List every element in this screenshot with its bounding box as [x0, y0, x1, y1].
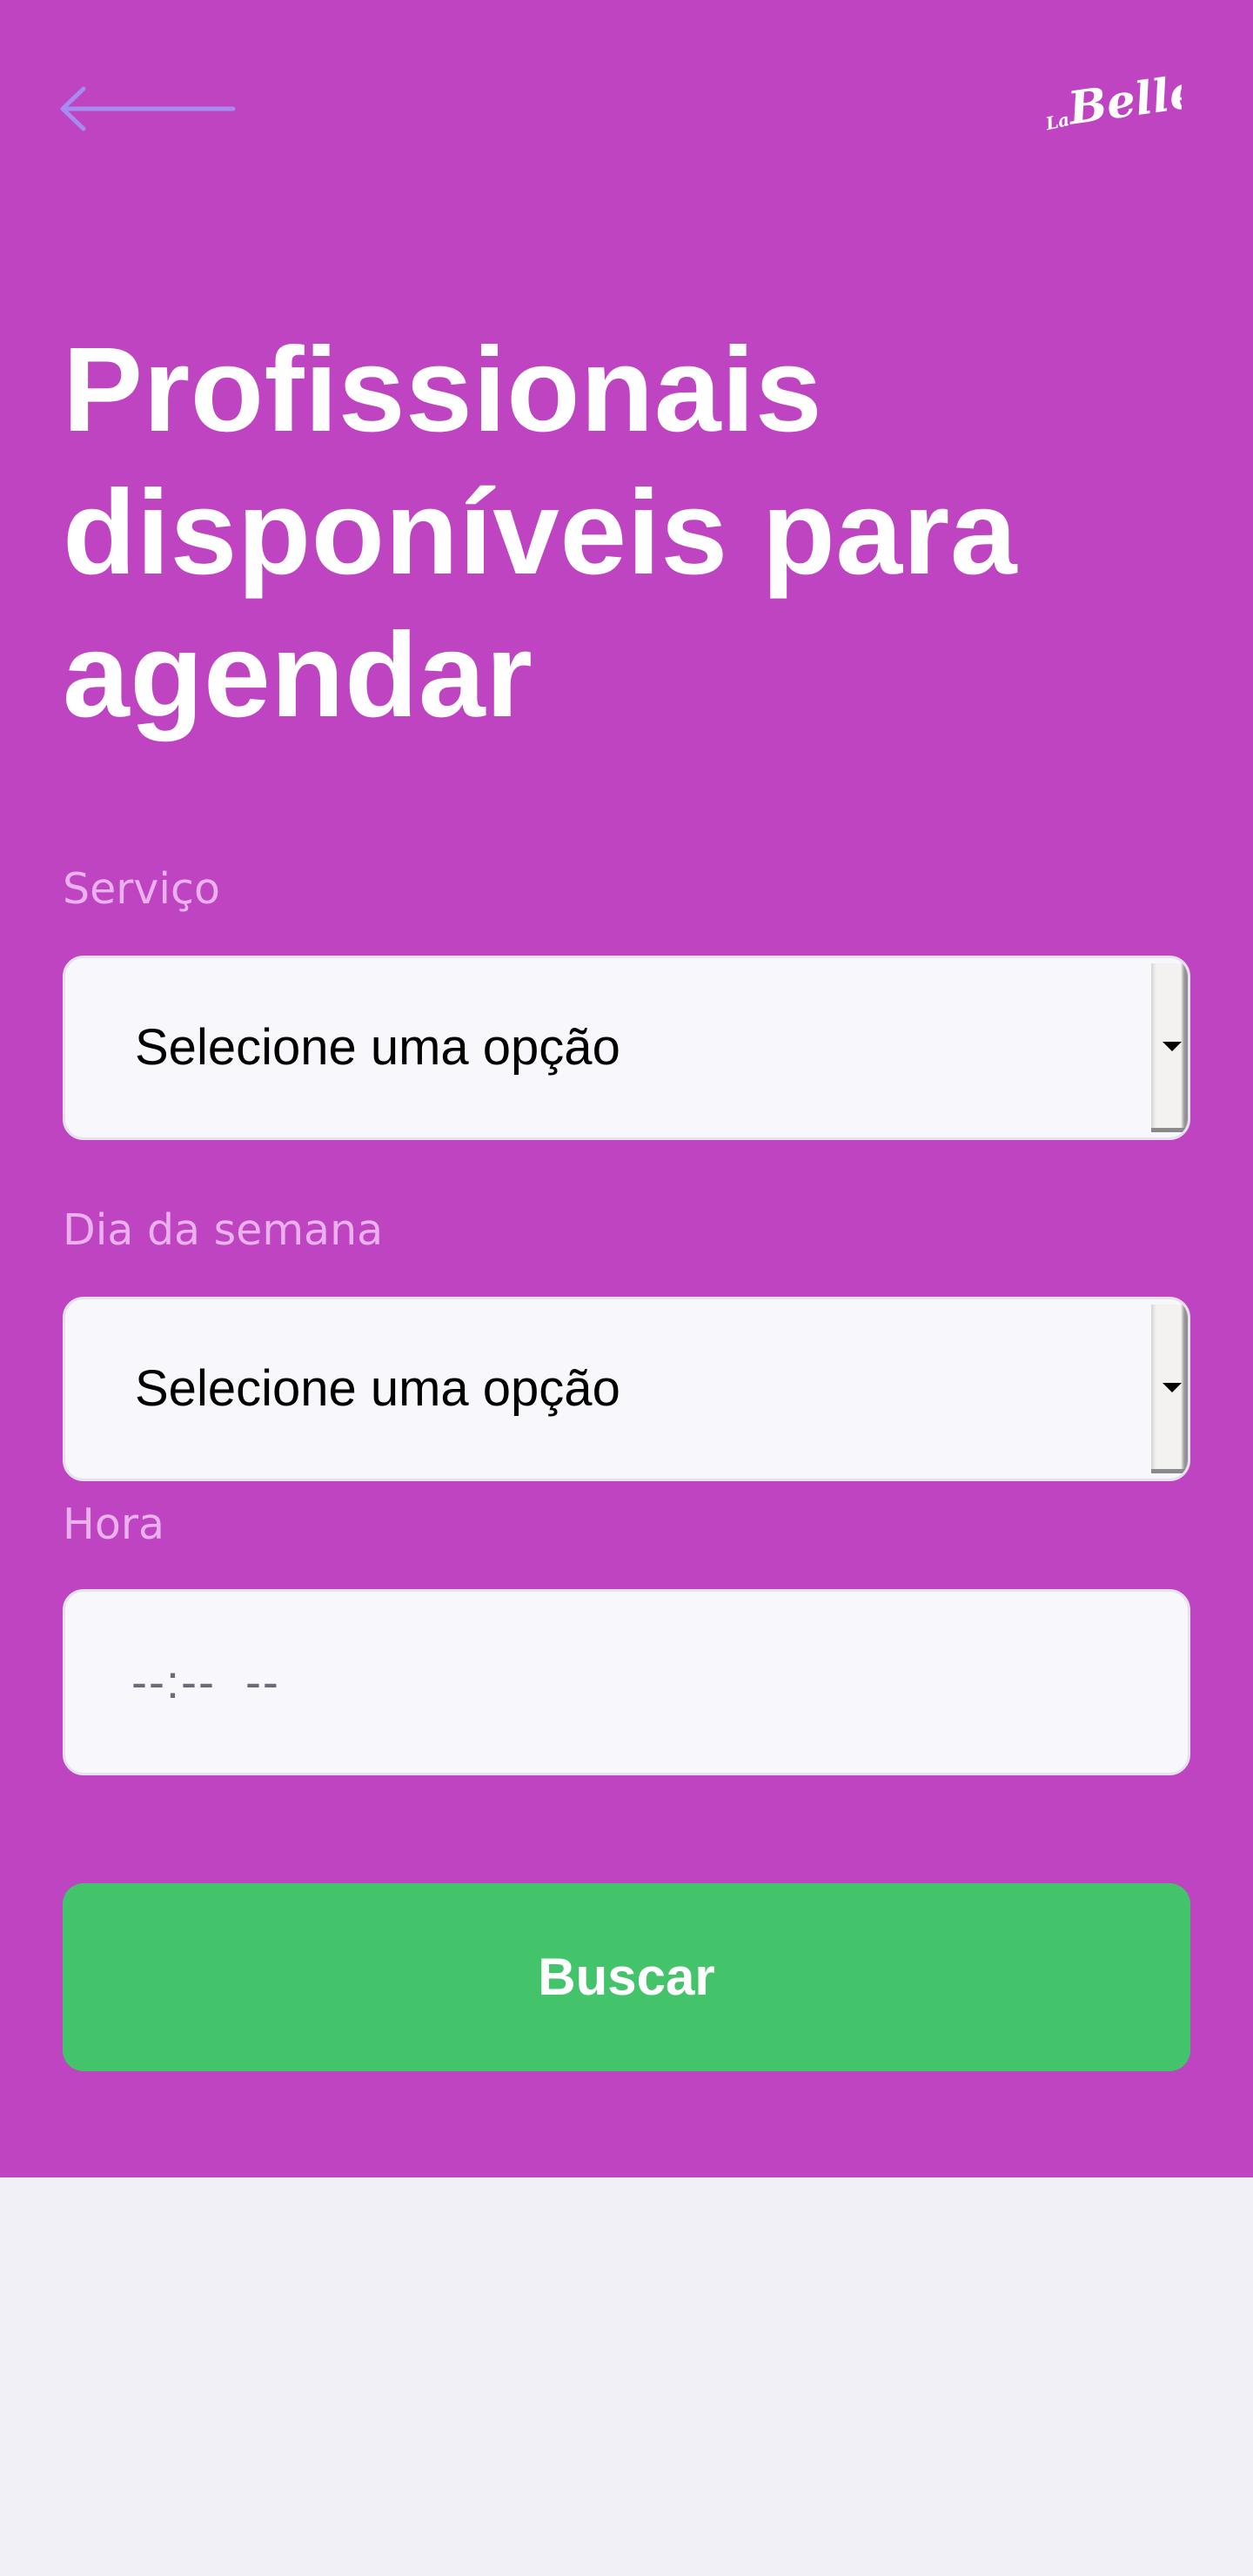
time-label: Hora: [63, 1499, 164, 1549]
weekday-select[interactable]: Selecione uma opção: [63, 1297, 1190, 1481]
time-input-placeholder: --:-- --: [131, 1656, 280, 1708]
svg-text:La: La: [1043, 109, 1071, 134]
chevron-down-icon: [1163, 1383, 1182, 1392]
service-label: Serviço: [63, 864, 220, 914]
back-button[interactable]: [59, 84, 237, 134]
weekday-dropdown-arrow[interactable]: [1151, 1305, 1188, 1473]
service-dropdown-arrow[interactable]: [1151, 963, 1188, 1132]
title-line-1: Profissionais: [63, 323, 823, 457]
weekday-label: Dia da semana: [63, 1205, 384, 1255]
hero-section: La Belle Profissionais disponíveis para …: [0, 0, 1253, 2177]
chevron-down-icon: [1163, 1042, 1182, 1051]
service-select[interactable]: Selecione uma opção: [63, 956, 1190, 1140]
arrow-left-icon: [60, 86, 236, 131]
logo: La Belle: [1042, 70, 1182, 143]
search-button[interactable]: Buscar: [63, 1883, 1190, 2071]
weekday-select-value: Selecione uma opção: [135, 1360, 620, 1417]
time-input[interactable]: --:-- --: [63, 1589, 1190, 1775]
title-line-3: agendar: [63, 608, 533, 742]
title-line-2: disponíveis para: [63, 466, 1018, 600]
svg-text:Belle: Belle: [1063, 70, 1182, 136]
page-title: Profissionais disponíveis para agendar: [63, 319, 1194, 747]
service-select-value: Selecione uma opção: [135, 1019, 620, 1076]
